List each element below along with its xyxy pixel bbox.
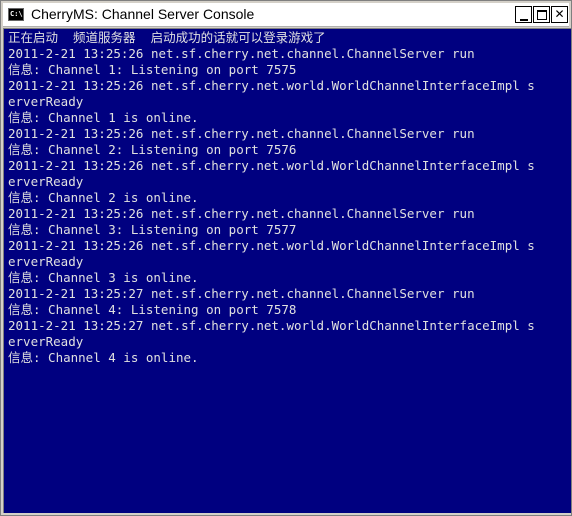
minimize-button[interactable] (515, 6, 532, 23)
console-line: erverReady (8, 94, 84, 109)
close-icon: ✕ (554, 7, 565, 21)
console-line: 正在启动 频道服务器 启动成功的话就可以登录游戏了 (8, 30, 326, 45)
window-title: CherryMS: Channel Server Console (31, 6, 255, 22)
console-line: 2011-2-21 13:25:27 net.sf.cherry.net.cha… (8, 286, 475, 301)
console-line: 信息: Channel 1 is online. (8, 110, 199, 125)
minimize-icon (519, 19, 528, 21)
console-line: erverReady (8, 174, 84, 189)
console-line: 信息: Channel 3: Listening on port 7577 (8, 222, 297, 237)
maximize-icon (536, 10, 547, 20)
console-line: 2011-2-21 13:25:26 net.sf.cherry.net.wor… (8, 158, 535, 173)
console-line: 2011-2-21 13:25:26 net.sf.cherry.net.cha… (8, 46, 475, 61)
close-button[interactable]: ✕ (551, 6, 568, 23)
console-line: 信息: Channel 2 is online. (8, 190, 199, 205)
console-line: 信息: Channel 3 is online. (8, 270, 199, 285)
console-line: 2011-2-21 13:25:26 net.sf.cherry.net.wor… (8, 78, 535, 93)
maximize-button[interactable] (533, 6, 550, 23)
console-line: erverReady (8, 254, 84, 269)
console-line: 信息: Channel 1: Listening on port 7575 (8, 62, 297, 77)
console-line: 信息: Channel 4 is online. (8, 350, 199, 365)
console-line: 2011-2-21 13:25:26 net.sf.cherry.net.wor… (8, 238, 535, 253)
console-line: 2011-2-21 13:25:27 net.sf.cherry.net.wor… (8, 318, 535, 333)
console-line: 2011-2-21 13:25:26 net.sf.cherry.net.cha… (8, 206, 475, 221)
console-window: C:\ CherryMS: Channel Server Console ✕ 正… (0, 0, 572, 516)
console-line: 信息: Channel 2: Listening on port 7576 (8, 142, 297, 157)
console-output[interactable]: 正在启动 频道服务器 启动成功的话就可以登录游戏了 2011-2-21 13:25… (3, 28, 571, 513)
console-line: 2011-2-21 13:25:26 net.sf.cherry.net.cha… (8, 126, 475, 141)
console-line: erverReady (8, 334, 84, 349)
console-icon[interactable]: C:\ (8, 8, 24, 21)
console-line: 信息: Channel 4: Listening on port 7578 (8, 302, 297, 317)
title-bar[interactable]: C:\ CherryMS: Channel Server Console ✕ (3, 3, 569, 27)
